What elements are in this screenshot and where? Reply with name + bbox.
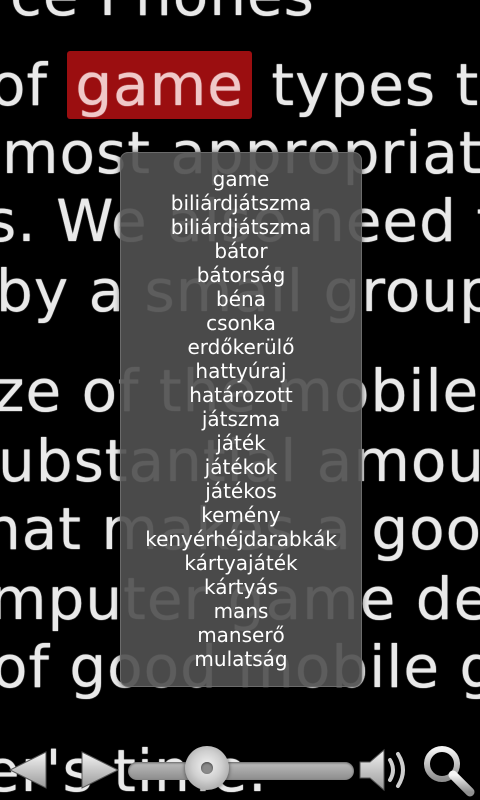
suggestion-item[interactable]: game: [121, 167, 361, 191]
prev-button[interactable]: [6, 748, 50, 792]
reader-screen: ce Phones of game types to cr most appro…: [0, 0, 480, 800]
suggestion-item[interactable]: kártyajáték: [121, 551, 361, 575]
suggestion-item[interactable]: hattyúraj: [121, 359, 361, 383]
position-slider[interactable]: [128, 746, 354, 790]
prev-icon: [8, 751, 47, 789]
suggestion-item[interactable]: játékos: [121, 479, 361, 503]
search-button[interactable]: [420, 744, 476, 798]
suggestion-list: game biliárdjátszma biliárdjátszma bátor…: [121, 153, 361, 671]
suggestion-item[interactable]: játszma: [121, 407, 361, 431]
suggestion-item[interactable]: kemény: [121, 503, 361, 527]
slider-track[interactable]: [128, 762, 354, 780]
suggestion-item[interactable]: béna: [121, 287, 361, 311]
suggestion-item[interactable]: bátor: [121, 239, 361, 263]
text-segment: types to cr: [271, 51, 480, 119]
suggestion-item[interactable]: manserő: [121, 623, 361, 647]
suggestion-item[interactable]: biliárdjátszma: [121, 215, 361, 239]
suggestion-item[interactable]: mulatság: [121, 647, 361, 671]
bottom-toolbar: [0, 740, 480, 800]
suggestion-item[interactable]: mans: [121, 599, 361, 623]
search-icon: [424, 746, 475, 797]
suggestion-item[interactable]: bátorság: [121, 263, 361, 287]
volume-icon: [359, 748, 405, 792]
suggestion-item[interactable]: határozott: [121, 383, 361, 407]
suggestion-item[interactable]: kenyérhéjdarabkák: [121, 527, 361, 551]
text-segment: of: [0, 51, 48, 119]
volume-button[interactable]: [356, 746, 410, 794]
slider-thumb[interactable]: [185, 746, 229, 790]
suggestion-item[interactable]: kártyás: [121, 575, 361, 599]
suggestion-item[interactable]: játékok: [121, 455, 361, 479]
suggestion-item[interactable]: játék: [121, 431, 361, 455]
next-icon: [81, 751, 120, 789]
highlighted-word[interactable]: game: [67, 51, 252, 119]
suggestion-popup: game biliárdjátszma biliárdjátszma bátor…: [120, 152, 362, 687]
next-button[interactable]: [78, 748, 122, 792]
suggestion-item[interactable]: csonka: [121, 311, 361, 335]
suggestion-item[interactable]: biliárdjátszma: [121, 191, 361, 215]
text-line: ce Phones: [10, 0, 315, 30]
suggestion-item[interactable]: erdőkerülő: [121, 335, 361, 359]
text-line-highlighted: of game types to cr: [0, 50, 480, 120]
